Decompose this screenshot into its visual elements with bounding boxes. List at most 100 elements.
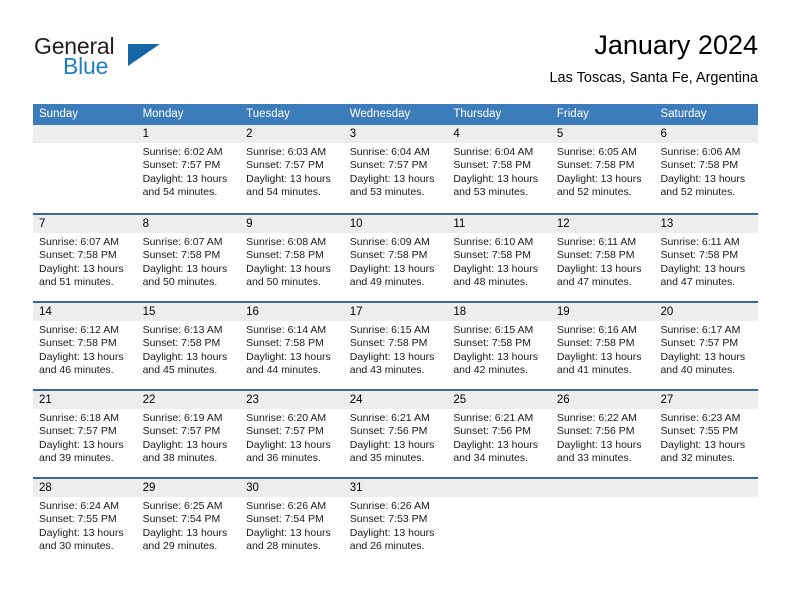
calendar-day-cell[interactable]: 12 Sunrise: 6:11 AM Sunset: 7:58 PM Dayligh…: [550, 215, 655, 301]
day-number: 24: [343, 391, 448, 409]
calendar-day-cell[interactable]: 27 Sunrise: 6:23 AM Sunset: 7:55 PM Dayligh…: [654, 391, 759, 477]
calendar-day-cell[interactable]: 26 Sunrise: 6:22 AM Sunset: 7:56 PM Dayligh…: [550, 391, 655, 477]
sunrise-text: Sunrise: 6:07 AM: [39, 236, 119, 248]
day-sun-info: Sunrise: 6:24 AM Sunset: 7:55 PM Daylight:…: [33, 497, 137, 554]
calendar-day-cell[interactable]: 10 Sunrise: 6:09 AM Sunset: 7:58 PM Dayligh…: [343, 215, 448, 301]
calendar-day-cell[interactable]: 22 Sunrise: 6:19 AM Sunset: 7:57 PM Dayligh…: [136, 391, 241, 477]
daylight-text-line1: Daylight: 13 hours: [142, 172, 228, 185]
calendar-day-cell[interactable]: 18 Sunrise: 6:15 AM Sunset: 7:58 PM Dayligh…: [447, 303, 551, 389]
sunrise-text: Sunrise: 6:17 AM: [660, 324, 741, 336]
calendar-day-cell[interactable]: 5 Sunrise: 6:05 AM Sunset: 7:58 PM Daylight…: [550, 125, 655, 213]
calendar-day-cell-empty: [33, 125, 137, 213]
calendar-day-cell[interactable]: 15 Sunrise: 6:13 AM Sunset: 7:58 PM Dayligh…: [136, 303, 241, 389]
sunset-text: Sunset: 7:58 PM: [349, 249, 428, 262]
day-sun-info: Sunrise: 6:15 AM Sunset: 7:58 PM Daylight:…: [344, 321, 448, 378]
calendar-day-cell[interactable]: 29 Sunrise: 6:25 AM Sunset: 7:54 PM Dayligh…: [136, 479, 241, 565]
day-sun-info: Sunrise: 6:11 AM Sunset: 7:58 PM Daylight:…: [551, 233, 655, 290]
calendar-weeks: 1 Sunrise: 6:02 AM Sunset: 7:57 PM Daylight…: [33, 125, 759, 565]
sunset-text: Sunset: 7:54 PM: [246, 513, 324, 526]
generalblue-logo: General Blue: [33, 33, 223, 87]
sunset-text: Sunset: 7:58 PM: [349, 337, 428, 350]
day-sun-info: Sunrise: 6:22 AM Sunset: 7:56 PM Daylight:…: [551, 409, 655, 466]
calendar-day-cell[interactable]: 3 Sunrise: 6:04 AM Sunset: 7:57 PM Daylight…: [343, 125, 448, 213]
day-number: 19: [550, 303, 655, 321]
calendar-day-cell[interactable]: 8 Sunrise: 6:07 AM Sunset: 7:58 PM Daylight…: [136, 215, 241, 301]
calendar-day-cell[interactable]: 19 Sunrise: 6:16 AM Sunset: 7:58 PM Dayligh…: [550, 303, 655, 389]
day-number: 27: [654, 391, 759, 409]
calendar-week-row: 21 Sunrise: 6:18 AM Sunset: 7:57 PM Dayligh…: [33, 389, 759, 477]
day-sun-info: Sunrise: 6:17 AM Sunset: 7:57 PM Daylight:…: [654, 321, 758, 378]
calendar-week-row: 1 Sunrise: 6:02 AM Sunset: 7:57 PM Daylight…: [33, 125, 759, 213]
sunset-text: Sunset: 7:57 PM: [39, 425, 117, 438]
daylight-text-line1: Daylight: 13 hours: [556, 262, 642, 275]
daylight-text-line2: and 54 minutes.: [142, 186, 218, 199]
day-sun-info: Sunrise: 6:20 AM Sunset: 7:57 PM Daylight:…: [240, 409, 344, 466]
day-number: 11: [447, 215, 551, 233]
daylight-text-line2: and 28 minutes.: [246, 540, 321, 553]
calendar-day-cell-empty: [447, 479, 551, 565]
calendar-day-cell[interactable]: 2 Sunrise: 6:03 AM Sunset: 7:57 PM Daylight…: [240, 125, 344, 213]
sunrise-text: Sunrise: 6:18 AM: [39, 412, 119, 424]
sunset-text: Sunset: 7:58 PM: [660, 159, 739, 172]
daylight-text-line1: Daylight: 13 hours: [39, 350, 124, 363]
daylight-text-line2: and 53 minutes.: [349, 186, 425, 199]
day-sun-info: Sunrise: 6:26 AM Sunset: 7:54 PM Daylight:…: [240, 497, 344, 554]
calendar-day-cell[interactable]: 7 Sunrise: 6:07 AM Sunset: 7:58 PM Daylight…: [33, 215, 137, 301]
day-sun-info: Sunrise: 6:12 AM Sunset: 7:58 PM Daylight:…: [33, 321, 137, 378]
calendar-day-cell[interactable]: 24 Sunrise: 6:21 AM Sunset: 7:56 PM Dayligh…: [343, 391, 448, 477]
day-number: 25: [447, 391, 551, 409]
daylight-text-line2: and 41 minutes.: [556, 364, 632, 377]
day-number: 2: [240, 125, 344, 143]
sunset-text: Sunset: 7:58 PM: [142, 249, 221, 262]
sunset-text: Sunset: 7:57 PM: [142, 425, 221, 438]
day-number: 31: [343, 479, 448, 497]
day-sun-info: Sunrise: 6:09 AM Sunset: 7:58 PM Daylight:…: [344, 233, 448, 290]
calendar-day-cell[interactable]: 25 Sunrise: 6:21 AM Sunset: 7:56 PM Dayligh…: [447, 391, 551, 477]
sunrise-text: Sunrise: 6:19 AM: [142, 412, 223, 424]
sunrise-text: Sunrise: 6:04 AM: [349, 146, 430, 158]
day-number: 5: [550, 125, 655, 143]
day-sun-info: Sunrise: 6:25 AM Sunset: 7:54 PM Daylight:…: [137, 497, 241, 554]
day-number: [33, 125, 137, 143]
calendar-day-cell[interactable]: 17 Sunrise: 6:15 AM Sunset: 7:58 PM Dayligh…: [343, 303, 448, 389]
daylight-text-line2: and 26 minutes.: [349, 540, 425, 553]
calendar-day-cell[interactable]: 31 Sunrise: 6:26 AM Sunset: 7:53 PM Dayligh…: [343, 479, 448, 565]
day-sun-info: Sunrise: 6:07 AM Sunset: 7:58 PM Daylight:…: [33, 233, 137, 290]
calendar-day-cell[interactable]: 9 Sunrise: 6:08 AM Sunset: 7:58 PM Daylight…: [240, 215, 344, 301]
calendar-day-cell[interactable]: 21 Sunrise: 6:18 AM Sunset: 7:57 PM Dayligh…: [33, 391, 137, 477]
daylight-text-line2: and 47 minutes.: [556, 276, 632, 289]
weekday-header-monday: Monday: [142, 108, 184, 120]
day-sun-info: Sunrise: 6:21 AM Sunset: 7:56 PM Daylight:…: [447, 409, 551, 466]
calendar-day-cell[interactable]: 28 Sunrise: 6:24 AM Sunset: 7:55 PM Dayligh…: [33, 479, 137, 565]
day-number: 10: [343, 215, 448, 233]
daylight-text-line2: and 53 minutes.: [453, 186, 529, 199]
day-sun-info: Sunrise: 6:04 AM Sunset: 7:58 PM Daylight:…: [447, 143, 551, 200]
daylight-text-line2: and 33 minutes.: [556, 452, 632, 465]
calendar-day-cell[interactable]: 6 Sunrise: 6:06 AM Sunset: 7:58 PM Daylight…: [654, 125, 759, 213]
day-sun-info: Sunrise: 6:05 AM Sunset: 7:58 PM Daylight:…: [551, 143, 655, 200]
calendar-day-cell[interactable]: 20 Sunrise: 6:17 AM Sunset: 7:57 PM Dayligh…: [654, 303, 759, 389]
sunset-text: Sunset: 7:58 PM: [142, 337, 221, 350]
sunset-text: Sunset: 7:57 PM: [246, 425, 324, 438]
calendar-day-cell[interactable]: 30 Sunrise: 6:26 AM Sunset: 7:54 PM Dayligh…: [240, 479, 344, 565]
weekday-header-wednesday: Wednesday: [349, 108, 411, 120]
weekday-header-sunday: Sunday: [39, 108, 79, 120]
calendar-day-cell[interactable]: 14 Sunrise: 6:12 AM Sunset: 7:58 PM Dayligh…: [33, 303, 137, 389]
sunset-text: Sunset: 7:57 PM: [660, 337, 739, 350]
daylight-text-line2: and 30 minutes.: [39, 540, 114, 553]
day-number: 12: [550, 215, 655, 233]
calendar-grid: Sunday Monday Tuesday Wednesday Thursday…: [33, 104, 759, 565]
calendar-day-cell[interactable]: 23 Sunrise: 6:20 AM Sunset: 7:57 PM Dayligh…: [240, 391, 344, 477]
calendar-day-cell[interactable]: 1 Sunrise: 6:02 AM Sunset: 7:57 PM Daylight…: [136, 125, 241, 213]
logo-text-blue: Blue: [63, 53, 109, 79]
sunrise-text: Sunrise: 6:25 AM: [142, 500, 223, 512]
daylight-text-line1: Daylight: 13 hours: [246, 526, 331, 539]
sunset-text: Sunset: 7:55 PM: [39, 513, 117, 526]
daylight-text-line1: Daylight: 13 hours: [453, 262, 538, 275]
sunrise-text: Sunrise: 6:26 AM: [349, 500, 430, 512]
calendar-day-cell[interactable]: 16 Sunrise: 6:14 AM Sunset: 7:58 PM Dayligh…: [240, 303, 344, 389]
calendar-day-cell[interactable]: 4 Sunrise: 6:04 AM Sunset: 7:58 PM Daylight…: [447, 125, 551, 213]
calendar-day-cell[interactable]: 11 Sunrise: 6:10 AM Sunset: 7:58 PM Dayligh…: [447, 215, 551, 301]
calendar-day-cell[interactable]: 13 Sunrise: 6:11 AM Sunset: 7:58 PM Dayligh…: [654, 215, 759, 301]
sunrise-text: Sunrise: 6:24 AM: [39, 500, 119, 512]
